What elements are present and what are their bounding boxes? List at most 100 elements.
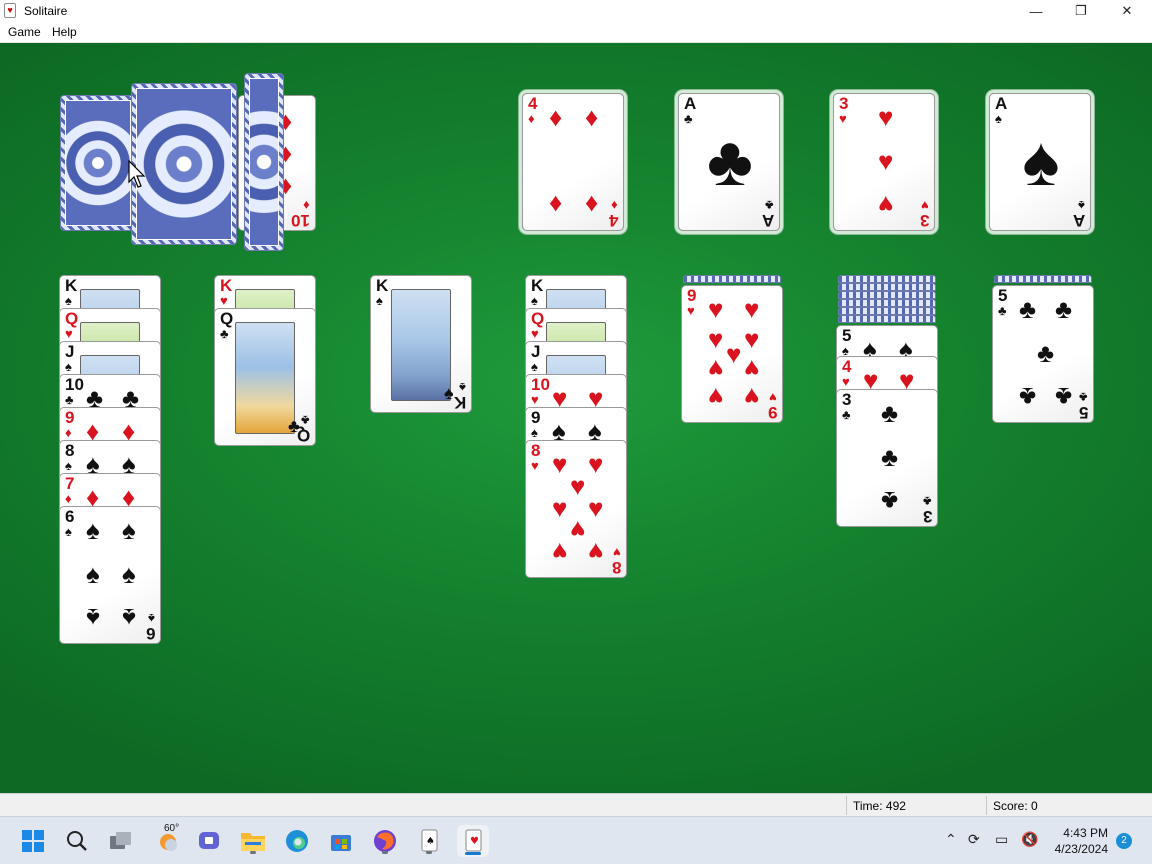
menu-help[interactable]: Help — [52, 25, 77, 39]
file-explorer-icon[interactable] — [237, 825, 269, 857]
tableau-hidden-card — [838, 315, 936, 323]
menu-game[interactable]: Game — [8, 25, 41, 39]
card-pip: ♥ — [708, 294, 724, 324]
tableau-2-card[interactable]: Q ♣ Q ♣ ♣ — [214, 308, 316, 446]
firefox-icon[interactable] — [369, 825, 401, 857]
card-suit-small: ♥ — [687, 303, 695, 318]
minimize-button[interactable]: — — [1013, 0, 1059, 22]
clock[interactable]: 4:43 PM 4/23/2024 — [1055, 825, 1108, 857]
tableau-3-card[interactable]: K ♠ K ♠ ♠ — [370, 275, 472, 413]
card-pip: ♦ — [585, 190, 599, 220]
game-table: 10 ♦ ♦ ♦ ♦ 4♦4♦♦♦♦♦A♣A♣♣3♥3♥♥♥♥A♠A♠♠K♠K♠… — [0, 43, 1152, 793]
task-view-icon[interactable] — [105, 825, 137, 857]
card-pip: ♥ — [708, 382, 724, 412]
card-pip: ♥ — [878, 190, 894, 220]
tableau-hidden-card — [838, 283, 936, 291]
card-suit-small: ♣ — [998, 303, 1007, 318]
stock-card-back[interactable] — [60, 95, 136, 231]
card-suit-small: ♠ — [65, 524, 72, 539]
card-pip: ♦ — [549, 190, 563, 220]
card-suit-small: ♠ — [531, 359, 538, 374]
card-pip: ♣ — [881, 442, 899, 472]
card-suit-small: ♣ — [923, 494, 932, 509]
dragged-card-back[interactable] — [244, 73, 284, 251]
start-icon[interactable] — [17, 825, 49, 857]
card-suit-small: ♥ — [842, 374, 850, 389]
card-rank: 3 — [919, 211, 929, 230]
search-icon[interactable] — [61, 825, 93, 857]
card-pip: ♣ — [881, 486, 899, 516]
card-suit-small: ♦ — [303, 198, 310, 213]
network-icon[interactable]: ▭ — [995, 831, 1008, 848]
tableau-hidden-card — [994, 275, 1092, 283]
card-suit-small: ♥ — [531, 458, 539, 473]
card-rank: A — [761, 211, 774, 230]
solitaire-active-icon[interactable]: ♥ — [457, 825, 489, 857]
card-pip: ♠ — [1022, 122, 1060, 200]
card-rank: 6 — [145, 624, 155, 643]
card-pip: ♥ — [708, 354, 724, 384]
face-card-art: ♣ — [235, 322, 300, 436]
card-rank: 8 — [611, 558, 621, 577]
card-rank: 10 — [291, 211, 310, 230]
notification-badge[interactable]: 2 — [1116, 833, 1132, 849]
score-counter: Score: 0 — [993, 799, 1038, 813]
clock-date: 4/23/2024 — [1054, 842, 1108, 856]
time-counter: Time: 492 — [853, 799, 906, 813]
card-pip: ♥ — [878, 102, 894, 132]
card-suit-small: ♠ — [531, 425, 538, 440]
teams-chat-icon[interactable] — [193, 825, 225, 857]
tableau-1-card[interactable]: 6 ♠ 6 ♠ ♠ ♠ ♠ ♠ ♠ ♠ — [59, 506, 161, 644]
card-suit-small: ♥ — [769, 390, 777, 405]
card-pip: ♥ — [588, 449, 604, 479]
card-rank: K — [453, 393, 466, 412]
card-pip: ♥ — [708, 324, 724, 354]
edge-icon[interactable] — [281, 825, 313, 857]
taskbar: 60° ♠ ♥ ⌃ ⟳ ▭ 🔇 4:43 PM 4/23/2024 2 — [0, 816, 1152, 864]
status-bar: Time: 492 Score: 0 — [0, 793, 1152, 816]
weather-temp: 60° — [164, 823, 180, 834]
card-suit-small: ♥ — [613, 545, 621, 560]
foundation-pile-2[interactable]: A ♣ A ♣ ♣ — [678, 93, 780, 231]
tableau-hidden-card — [838, 275, 936, 283]
card-pip: ♣ — [1055, 382, 1073, 412]
card-pip: ♣ — [1019, 382, 1037, 412]
window-title: Solitaire — [24, 4, 68, 18]
tableau-6-card[interactable]: 3 ♣ 3 ♣ ♣ ♣ ♣ — [836, 389, 938, 527]
foundation-pile-3[interactable]: 3 ♥ 3 ♥ ♥ ♥ ♥ — [833, 93, 935, 231]
card-suit-small: ♠ — [376, 293, 383, 308]
tableau-hidden-card — [838, 307, 936, 315]
card-pip: ♠ — [122, 515, 136, 545]
svg-text:♠: ♠ — [426, 836, 435, 847]
card-pip: ♥ — [552, 449, 568, 479]
card-suit-small: ♦ — [611, 198, 618, 213]
card-rank: 9 — [767, 403, 777, 422]
weather-icon[interactable]: 60° — [150, 823, 186, 857]
card-suit-small: ♥ — [839, 111, 847, 126]
card-pip: ♦ — [549, 102, 563, 132]
foundation-pile-1[interactable]: 4 ♦ 4 ♦ ♦ ♦ ♦ ♦ — [522, 93, 624, 231]
svg-text:♥: ♥ — [470, 836, 479, 847]
card-suit-small: ♠ — [148, 611, 155, 626]
close-button[interactable]: ✕ — [1104, 0, 1150, 22]
card-pip: ♣ — [288, 416, 300, 436]
card-rank: 4 — [608, 211, 618, 230]
chevron-up-icon[interactable]: ⌃ — [945, 831, 957, 848]
solitaire-icon[interactable]: ♠ — [413, 825, 445, 857]
foundation-pile-4[interactable]: A ♠ A ♠ ♠ — [989, 93, 1091, 231]
card-suit-small: ♥ — [531, 326, 539, 341]
card-rank: A — [1072, 211, 1085, 230]
face-card-art: ♠ — [391, 289, 454, 403]
tableau-5-card[interactable]: 9 ♥ 9 ♥ ♥ ♥ ♥ ♥ ♥ ♥ ♥ ♥ ♥ — [681, 285, 783, 423]
card-pip: ♣ — [1037, 338, 1055, 368]
volume-muted-icon[interactable]: 🔇 — [1021, 831, 1038, 848]
card-suit-small: ♣ — [1079, 390, 1088, 405]
tableau-7-card[interactable]: 5 ♣ 5 ♣ ♣ ♣ ♣ ♣ ♣ — [992, 285, 1094, 423]
card-pip: ♥ — [570, 471, 586, 501]
tableau-hidden-card — [838, 299, 936, 307]
maximize-button[interactable]: ❐ — [1058, 0, 1104, 22]
store-icon[interactable] — [325, 825, 357, 857]
sync-icon[interactable]: ⟳ — [968, 831, 980, 848]
tableau-4-card[interactable]: 8 ♥ 8 ♥ ♥ ♥ ♥ ♥ ♥ ♥ ♥ ♥ — [525, 440, 627, 578]
card-suit-small: ♦ — [65, 425, 72, 440]
